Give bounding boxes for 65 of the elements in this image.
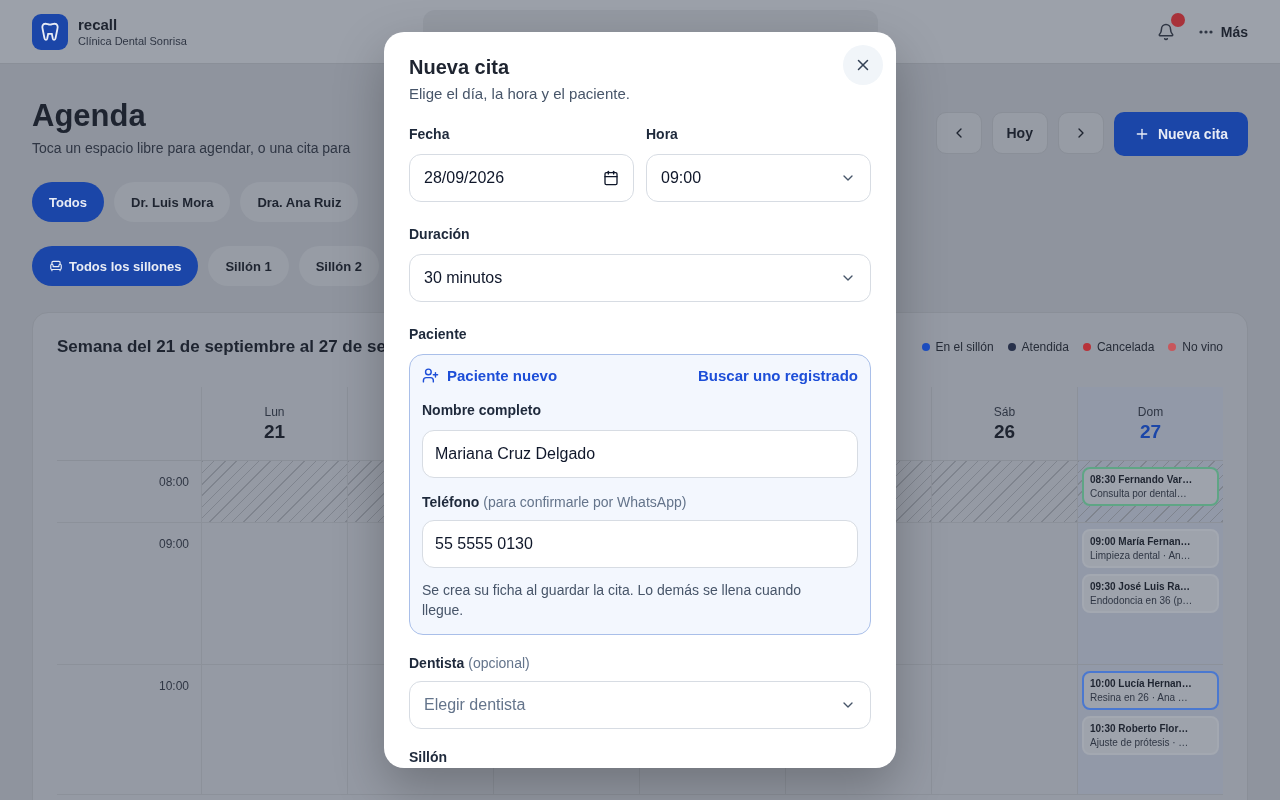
bell-icon[interactable] xyxy=(1156,22,1175,41)
dentist-filter-chip[interactable]: Dr. Luis Mora xyxy=(114,182,231,222)
dentist-filter-chip[interactable]: Todos xyxy=(32,182,105,222)
legend-label: Cancelada xyxy=(1096,340,1155,354)
field-label: Paciente xyxy=(409,326,468,342)
time-slot[interactable]: 09:00 María Fernan… Limpieza dental · An… 09:30 José Luis Ra… Endodoncia en 36 (p… xyxy=(1077,523,1223,665)
appointment-card[interactable]: 09:30 José Luis Ra… Endodoncia en 36 (p… xyxy=(1082,574,1219,613)
time-select[interactable]: 09:00 xyxy=(646,154,871,202)
weekday-label: Sáb xyxy=(993,404,1016,419)
dentist-filter-chip[interactable]: Dra. Ana Ruiz xyxy=(240,182,359,222)
appointment-card[interactable]: 09:00 María Fernan… Limpieza dental · An… xyxy=(1082,529,1219,568)
time-slot[interactable]: 10:00 Lucía Hernan… Resina en 26 · Ana … 10:30 Roberto Flor… Ajuste de prótesis · … xyxy=(1077,665,1223,795)
blocked-time-slot[interactable]: 08:30 Fernando Var… Consulta por dental… xyxy=(1077,461,1223,523)
page-title: Agenda xyxy=(32,98,147,134)
field-label: Dentista (opcional) xyxy=(409,655,531,671)
time-slot[interactable] xyxy=(931,523,1077,665)
dialog-title: Nueva cita xyxy=(409,56,510,79)
more-button[interactable]: Más xyxy=(1198,23,1248,40)
today-button[interactable]: Hoy xyxy=(991,112,1048,154)
weekday-label: Dom xyxy=(1137,404,1164,419)
appointment-card[interactable]: 08:30 Fernando Var… Consulta por dental… xyxy=(1082,467,1219,506)
close-button[interactable] xyxy=(843,45,883,85)
date-field[interactable]: 28/09/2026 xyxy=(409,154,634,202)
blocked-time-slot[interactable] xyxy=(931,461,1077,523)
day-number: 26 xyxy=(993,420,1016,443)
dialog-subtitle: Elige el día, la hora y el paciente. xyxy=(409,85,631,102)
armchair-icon xyxy=(49,259,63,273)
field-label: Nombre completo xyxy=(422,402,542,418)
duration-select[interactable]: 30 minutos xyxy=(409,254,871,302)
field-label: Fecha xyxy=(409,126,451,142)
notification-badge xyxy=(1170,12,1185,27)
patient-mode-label: Paciente nuevo xyxy=(447,367,558,384)
legend-label: Atendida xyxy=(1021,340,1069,354)
previous-week-button[interactable] xyxy=(935,112,982,154)
legend-label: En el sillón xyxy=(935,340,994,354)
appointment-card[interactable]: 10:30 Roberto Flor… Ajuste de prótesis · … xyxy=(1082,716,1219,755)
dentist-select[interactable]: Elegir dentista xyxy=(409,681,871,729)
week-title: Semana del 21 de septiembre al 27 de se xyxy=(57,337,386,357)
field-label: Hora xyxy=(646,126,679,142)
field-label: Teléfono (para confirmarle por WhatsApp) xyxy=(422,494,688,510)
app-name: recall xyxy=(78,16,119,33)
tooth-logo-icon xyxy=(32,13,68,50)
weekday-label: Lun xyxy=(264,404,285,419)
day-number: 21 xyxy=(263,420,286,443)
search-patient-link[interactable]: Buscar uno registrado xyxy=(697,367,858,384)
blocked-time-slot[interactable] xyxy=(201,461,347,523)
calendar-icon xyxy=(603,170,619,186)
more-icon xyxy=(1198,29,1213,34)
add-user-icon xyxy=(422,367,439,384)
chair-filter-chip[interactable]: Sillón 1 xyxy=(208,246,289,286)
new-appointment-button[interactable]: Nueva cita xyxy=(1113,112,1248,156)
page-subtitle: Toca un espacio libre para agendar, o una cita para xyxy=(32,140,351,156)
appointment-card[interactable]: 10:00 Lucía Hernan… Resina en 26 · Ana … xyxy=(1082,671,1219,710)
field-label: Sillón xyxy=(409,749,449,765)
legend-label: No vino xyxy=(1182,340,1223,354)
day-number: 27 xyxy=(1139,420,1162,443)
field-label: Duración xyxy=(409,226,471,242)
chair-filter-chip[interactable]: Todos los sillones xyxy=(32,246,199,286)
chair-filter-chip[interactable]: Sillón 2 xyxy=(298,246,379,286)
clinic-name: Clínica Dental Sonrisa xyxy=(78,35,187,47)
help-text: Se crea su ficha al guardar la cita. Lo demás se llena cuando llegue. xyxy=(422,581,802,620)
phone-input[interactable]: 55 5555 0130 xyxy=(422,520,858,568)
next-week-button[interactable] xyxy=(1057,112,1104,154)
time-slot[interactable] xyxy=(201,523,347,665)
name-input[interactable]: Mariana Cruz Delgado xyxy=(422,430,858,478)
